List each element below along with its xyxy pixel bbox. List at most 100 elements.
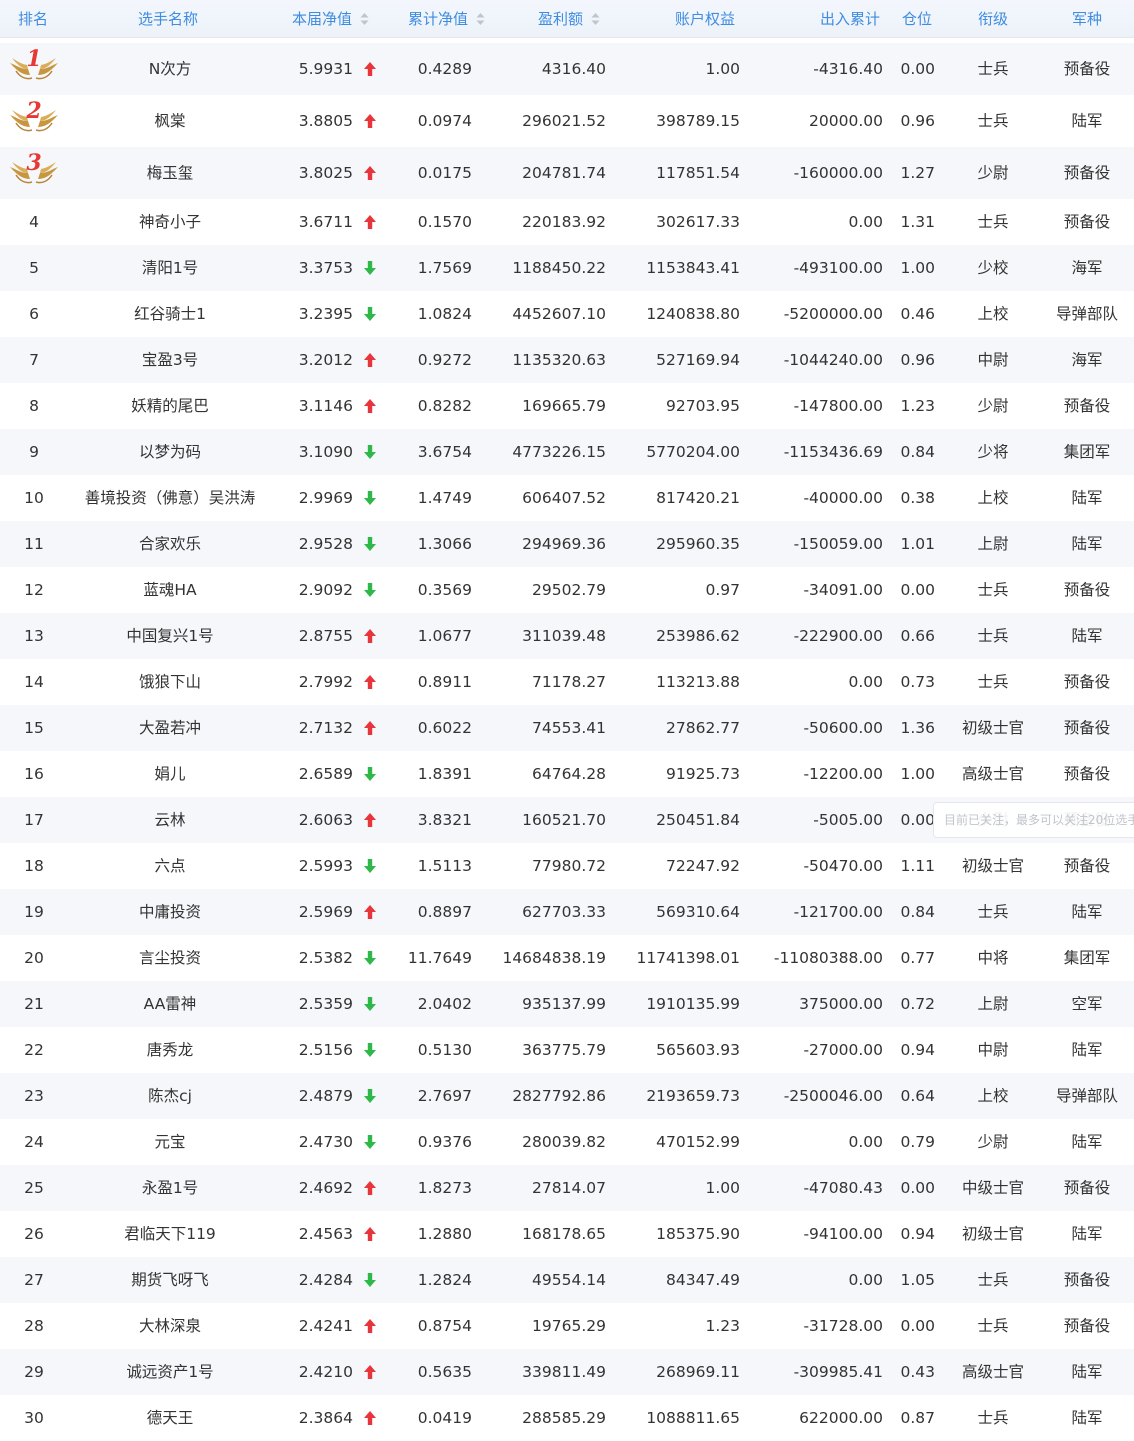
- player-name[interactable]: 诚远资产1号: [60, 1349, 280, 1395]
- table-row[interactable]: 3 梅玉玺 3.8025 0.0175 204781.74 117851.54 -16000…: [0, 147, 1134, 199]
- table-row[interactable]: 8 妖精的尾巴 3.1146 0.8282 169665.79 92703.95 -1478…: [0, 383, 1134, 429]
- sort-icon[interactable]: [591, 12, 600, 26]
- player-name[interactable]: 枫棠: [60, 95, 280, 147]
- cum-nav-value: 1.5113: [417, 857, 472, 875]
- table-row[interactable]: 11 合家欢乐 2.9528 1.3066 294969.36 295960.35 -150…: [0, 521, 1134, 567]
- player-name[interactable]: 善境投资（佛意）吴洪涛: [60, 475, 280, 521]
- player-name[interactable]: 清阳1号: [60, 245, 280, 291]
- cum-nav-value: 1.3066: [417, 535, 472, 553]
- equity-value: 398789.15: [656, 112, 740, 130]
- table-row[interactable]: 14 饿狼下山 2.7992 0.8911 71178.27 113213.88 0.00 0…: [0, 659, 1134, 705]
- header-grade[interactable]: 衔级: [978, 0, 1008, 38]
- player-name[interactable]: 合家欢乐: [60, 521, 280, 567]
- arm-value: 导弹部队: [1055, 305, 1118, 323]
- table-row[interactable]: 24 元宝 2.4730 0.9376 280039.82 470152.99 0.00 0.…: [0, 1119, 1134, 1165]
- sort-icon[interactable]: [360, 12, 369, 26]
- player-name[interactable]: 以梦为码: [60, 429, 280, 475]
- player-name[interactable]: 梅玉玺: [60, 147, 280, 199]
- header-nav[interactable]: 本届净值: [292, 0, 369, 38]
- table-row[interactable]: 27 期货飞呀飞 2.4284 1.2824 49554.14 84347.49 0.00 1…: [0, 1257, 1134, 1303]
- player-name[interactable]: 六点: [60, 843, 280, 889]
- player-name[interactable]: 娟儿: [60, 751, 280, 797]
- equity-value: 250451.84: [656, 811, 740, 829]
- table-row[interactable]: 23 陈杰cj 2.4879 2.7697 2827792.86 2193659.73 -2…: [0, 1073, 1134, 1119]
- player-name[interactable]: 中庸投资: [60, 889, 280, 935]
- player-name[interactable]: 云林: [60, 797, 280, 843]
- table-row[interactable]: 7 宝盈3号 3.2012 0.9272 1135320.63 527169.94 -104…: [0, 337, 1134, 383]
- header-arm[interactable]: 军种: [1072, 0, 1102, 38]
- table-row[interactable]: 10 善境投资（佛意）吴洪涛 2.9969 1.4749 606407.52 817420…: [0, 475, 1134, 521]
- header-flow[interactable]: 出入累计: [820, 0, 880, 38]
- profit-value: 204781.74: [522, 164, 606, 182]
- cum-nav-value: 0.6022: [417, 719, 472, 737]
- position-value: 0.94: [900, 1225, 935, 1243]
- arm-value: 陆军: [1071, 1041, 1103, 1059]
- header-equity[interactable]: 账户权益: [675, 0, 735, 38]
- arrow-up-icon: [363, 1410, 377, 1426]
- table-row[interactable]: 29 诚远资产1号 2.4210 0.5635 339811.49 268969.11 -3…: [0, 1349, 1134, 1395]
- profit-value: 4773226.15: [512, 443, 606, 461]
- arm-value: 陆军: [1071, 1133, 1103, 1151]
- ranking-board: 排名 选手名称 本届净值 累计净值 盈利额 账户权益 出入累计 仓位 衔级 军种…: [0, 0, 1134, 1441]
- player-name[interactable]: 永盈1号: [60, 1165, 280, 1211]
- player-name[interactable]: 妖精的尾巴: [60, 383, 280, 429]
- header-cum-nav[interactable]: 累计净值: [408, 0, 485, 38]
- flow-value: -222900.00: [793, 627, 883, 645]
- table-row[interactable]: 16 娟儿 2.6589 1.8391 64764.28 91925.73 -12200.0…: [0, 751, 1134, 797]
- grade-value: 上校: [977, 489, 1009, 507]
- table-row[interactable]: 30 德天王 2.3864 0.0419 288585.29 1088811.65 6220…: [0, 1395, 1134, 1441]
- arrow-down-icon: [363, 536, 377, 552]
- rank-number: 23: [24, 1087, 44, 1105]
- player-name[interactable]: 红谷骑士1: [60, 291, 280, 337]
- cum-nav-value: 2.7697: [417, 1087, 472, 1105]
- table-row[interactable]: 20 言尘投资 2.5382 11.7649 14684838.19 11741398.0…: [0, 935, 1134, 981]
- player-name[interactable]: N次方: [60, 43, 280, 95]
- table-row[interactable]: 19 中庸投资 2.5969 0.8897 627703.33 569310.64 -121…: [0, 889, 1134, 935]
- table-row[interactable]: 1 N次方 5.9931 0.4289 4316.40 1.00 -4316.40 0.00 士…: [0, 43, 1134, 95]
- player-name[interactable]: 宝盈3号: [60, 337, 280, 383]
- rank-number: 29: [24, 1363, 44, 1381]
- player-name[interactable]: 大盈若冲: [60, 705, 280, 751]
- table-row[interactable]: 18 六点 2.5993 1.5113 77980.72 72247.92 -50470.0…: [0, 843, 1134, 889]
- table-row[interactable]: 28 大林深泉 2.4241 0.8754 19765.29 1.23 -31728.00 0…: [0, 1303, 1134, 1349]
- player-name[interactable]: 神奇小子: [60, 199, 280, 245]
- player-name[interactable]: 饿狼下山: [60, 659, 280, 705]
- table-row[interactable]: 13 中国复兴1号 2.8755 1.0677 311039.48 253986.62 -2…: [0, 613, 1134, 659]
- table-row[interactable]: 15 大盈若冲 2.7132 0.6022 74553.41 27862.77 -50600…: [0, 705, 1134, 751]
- rank-number: 27: [24, 1271, 44, 1289]
- nav-value: 3.2012: [298, 351, 353, 369]
- sort-icon[interactable]: [476, 12, 485, 26]
- cum-nav-value: 1.4749: [417, 489, 472, 507]
- player-name[interactable]: 君临天下119: [60, 1211, 280, 1257]
- grade-value: 少校: [977, 259, 1009, 277]
- table-row[interactable]: 9 以梦为码 3.1090 3.6754 4773226.15 5770204.00 -11…: [0, 429, 1134, 475]
- table-row[interactable]: 2 枫棠 3.8805 0.0974 296021.52 398789.15 20000.0…: [0, 95, 1134, 147]
- player-name[interactable]: 陈杰cj: [60, 1073, 280, 1119]
- position-value: 0.96: [900, 112, 935, 130]
- player-name[interactable]: AA雷神: [60, 981, 280, 1027]
- table-row[interactable]: 26 君临天下119 2.4563 1.2880 168178.65 185375.90 -…: [0, 1211, 1134, 1257]
- table-row[interactable]: 5 清阳1号 3.3753 1.7569 1188450.22 1153843.41 -49…: [0, 245, 1134, 291]
- table-row[interactable]: 25 永盈1号 2.4692 1.8273 27814.07 1.00 -47080.43 0…: [0, 1165, 1134, 1211]
- header-position[interactable]: 仓位: [902, 0, 932, 38]
- profit-value: 1188450.22: [512, 259, 606, 277]
- player-name[interactable]: 蓝魂HA: [60, 567, 280, 613]
- player-name[interactable]: 言尘投资: [60, 935, 280, 981]
- header-rank[interactable]: 排名: [18, 0, 48, 38]
- player-name[interactable]: 中国复兴1号: [60, 613, 280, 659]
- player-name[interactable]: 期货飞呀飞: [60, 1257, 280, 1303]
- position-value: 0.38: [900, 489, 935, 507]
- table-row[interactable]: 6 红谷骑士1 3.2395 1.0824 4452607.10 1240838.80 -5…: [0, 291, 1134, 337]
- player-name[interactable]: 唐秀龙: [60, 1027, 280, 1073]
- table-row[interactable]: 22 唐秀龙 2.5156 0.5130 363775.79 565603.93 -2700…: [0, 1027, 1134, 1073]
- table-row[interactable]: 4 神奇小子 3.6711 0.1570 220183.92 302617.33 0.00 1…: [0, 199, 1134, 245]
- player-name[interactable]: 德天王: [60, 1395, 280, 1441]
- player-name[interactable]: 元宝: [60, 1119, 280, 1165]
- flow-value: -12200.00: [803, 765, 883, 783]
- header-name[interactable]: 选手名称: [138, 0, 198, 38]
- table-row[interactable]: 12 蓝魂HA 2.9092 0.3569 29502.79 0.97 -34091.00 0…: [0, 567, 1134, 613]
- table-row[interactable]: 21 AA雷神 2.5359 2.0402 935137.99 1910135.99 375…: [0, 981, 1134, 1027]
- player-name[interactable]: 大林深泉: [60, 1303, 280, 1349]
- nav-value: 2.8755: [298, 627, 353, 645]
- header-profit[interactable]: 盈利额: [538, 0, 600, 38]
